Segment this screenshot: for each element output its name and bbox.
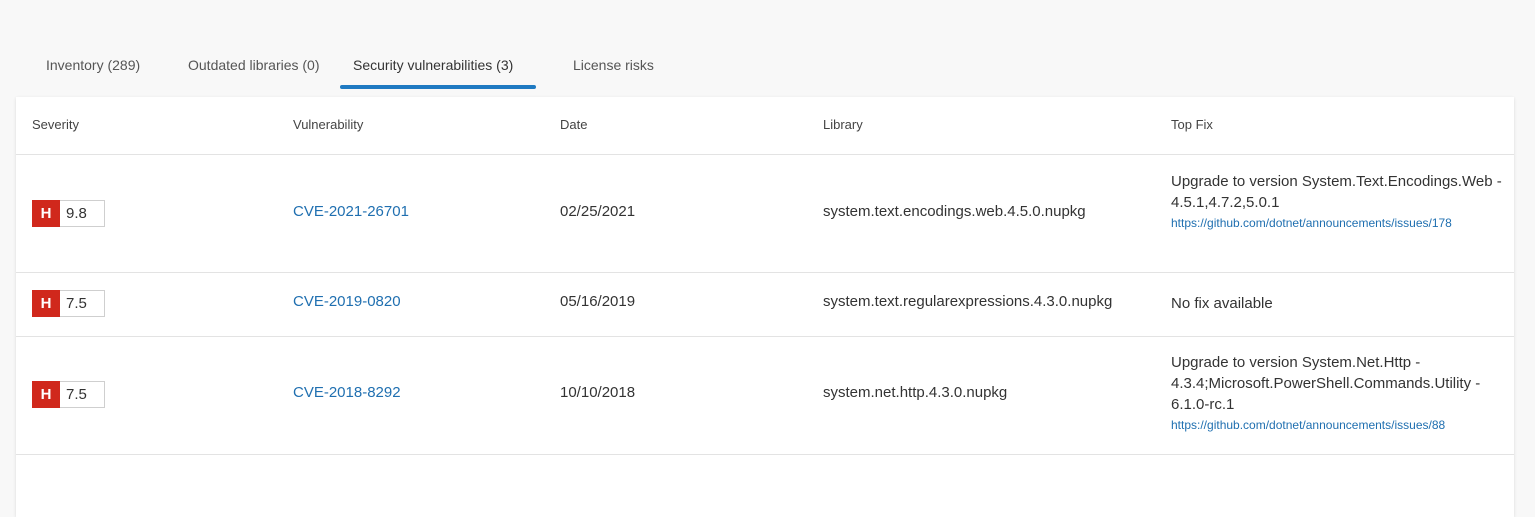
column-header-top-fix[interactable]: Top Fix [1171,117,1213,132]
active-tab-indicator [340,85,536,89]
tab-outdated-libraries[interactable]: Outdated libraries (0) [188,54,320,90]
tab-outdated-libraries-label: Outdated libraries (0) [188,57,320,73]
top-fix-cell: Upgrade to version System.Text.Encodings… [1171,171,1506,232]
top-fix-text: Upgrade to version System.Text.Encodings… [1171,173,1502,211]
cve-link[interactable]: CVE-2021-26701 [293,203,409,220]
cve-link[interactable]: CVE-2018-8292 [293,384,401,401]
tab-license-risks[interactable]: License risks [573,54,654,90]
table-header: Severity Vulnerability Date Library Top … [16,97,1514,155]
top-fix-link[interactable]: https://github.com/dotnet/announcements/… [1171,214,1506,232]
column-header-date[interactable]: Date [560,117,587,132]
tab-inventory-label: Inventory (289) [46,57,141,73]
top-fix-text: Upgrade to version System.Net.Http - 4.3… [1171,354,1481,413]
library-cell: system.text.regularexpressions.4.3.0.nup… [823,293,1113,310]
severity-level: H [32,381,60,408]
date-cell: 02/25/2021 [560,203,636,220]
severity-score: 7.5 [60,290,105,317]
tab-security-vulnerabilities-label: Security vulnerabilities (3) [353,57,514,73]
tab-license-risks-label: License risks [573,57,654,73]
column-header-severity[interactable]: Severity [32,117,79,132]
table-row: H 7.5 CVE-2018-8292 10/10/2018 system.ne… [16,337,1514,455]
library-cell: system.net.http.4.3.0.nupkg [823,384,1008,401]
date-cell: 10/10/2018 [560,384,636,401]
tab-inventory[interactable]: Inventory (289) [46,54,140,90]
vulnerability-cell: CVE-2019-0820 [293,293,401,310]
column-header-library[interactable]: Library [823,117,863,132]
top-fix-cell: No fix available [1171,293,1506,314]
library-cell: system.text.encodings.web.4.5.0.nupkg [823,203,1086,220]
top-fix-link[interactable]: https://github.com/dotnet/announcements/… [1171,416,1506,434]
vulnerabilities-table: Severity Vulnerability Date Library Top … [16,97,1514,517]
severity-level: H [32,290,60,317]
severity-level: H [32,200,60,227]
vulnerability-cell: CVE-2021-26701 [293,203,409,220]
severity-score: 7.5 [60,381,105,408]
severity-score: 9.8 [60,200,105,227]
severity-badge: H 7.5 [32,290,105,317]
vulnerability-cell: CVE-2018-8292 [293,384,401,401]
column-header-vulnerability[interactable]: Vulnerability [293,117,363,132]
date-cell: 05/16/2019 [560,293,636,310]
top-fix-cell: Upgrade to version System.Net.Http - 4.3… [1171,352,1506,434]
severity-badge: H 7.5 [32,381,105,408]
severity-badge: H 9.8 [32,200,105,227]
table-row: H 7.5 CVE-2019-0820 05/16/2019 system.te… [16,273,1514,337]
table-row: H 9.8 CVE-2021-26701 02/25/2021 system.t… [16,155,1514,273]
cve-link[interactable]: CVE-2019-0820 [293,293,401,310]
tab-bar: Inventory (289) Outdated libraries (0) S… [0,0,1535,90]
top-fix-text: No fix available [1171,295,1273,312]
